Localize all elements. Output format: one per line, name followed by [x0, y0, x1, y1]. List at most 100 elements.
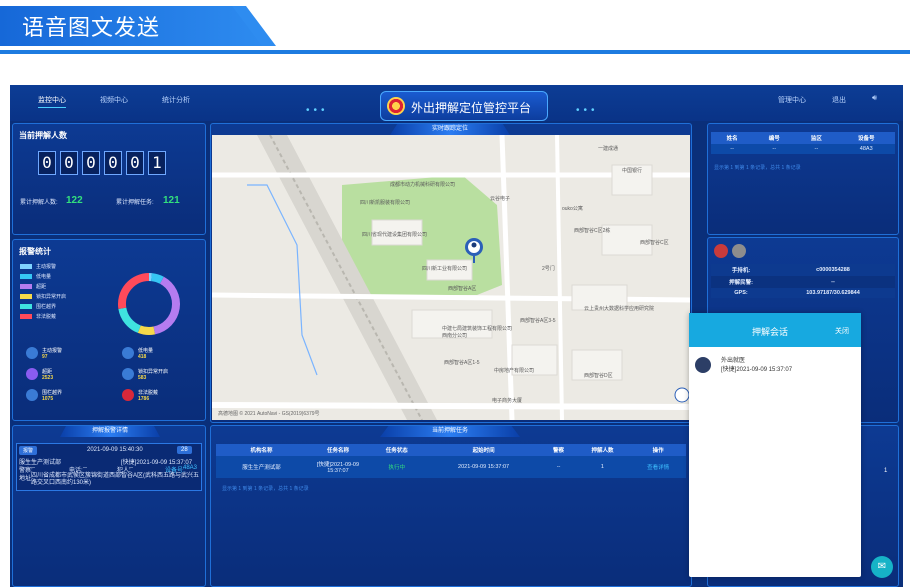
- alarm-stat-item[interactable]: 低电量 418: [122, 347, 202, 365]
- donut-slice[interactable]: [153, 276, 180, 335]
- person-icon: [26, 347, 38, 359]
- map-label: 西部智谷A区3-5: [520, 318, 556, 324]
- alarm-time: 2021-09-09 15:40:30: [87, 447, 143, 453]
- nav-logout[interactable]: 退出: [832, 95, 846, 105]
- avatar[interactable]: [732, 244, 746, 258]
- escort-police-label: 押解民警:: [729, 280, 753, 286]
- cell-org: 服生生产测试部: [242, 465, 281, 471]
- map-label: 中建七局建筑装饰工程有限公司西南分公司: [442, 326, 513, 339]
- legend-item[interactable]: 超距: [20, 283, 46, 290]
- chat-icon[interactable]: ✉: [871, 556, 893, 578]
- person-icon: [26, 368, 38, 380]
- view-details-link[interactable]: 查看详情: [630, 456, 686, 478]
- legend-label: 主动报警: [36, 264, 57, 270]
- legend-swatch: [20, 294, 32, 300]
- total-people-label: 累计押解人数:: [20, 200, 58, 206]
- map-label: 2号门: [542, 266, 555, 272]
- speaker-icon[interactable]: 🔊︎: [872, 93, 877, 103]
- map-label: 电子商务大厦: [492, 398, 523, 404]
- donut-slice[interactable]: [150, 273, 164, 284]
- current-count-panel: 当前押解人数: [12, 123, 206, 235]
- criminal-value: --: [129, 465, 133, 471]
- person-icon: [122, 347, 134, 359]
- col-start-time: 起始时间: [424, 444, 543, 456]
- avatar[interactable]: [714, 244, 728, 258]
- col-escort-count: 押解人数: [574, 444, 631, 456]
- table-row[interactable]: 服生生产测试部 [快捷]2021-09-09 15:37:07 执行中 2021…: [216, 456, 686, 478]
- cell-name: --: [730, 146, 734, 152]
- person-icon: [26, 389, 38, 401]
- legend-label: 非法脱戴: [36, 314, 57, 320]
- legend-swatch: [20, 314, 32, 320]
- chat-close-button[interactable]: 关闭: [835, 326, 849, 336]
- top-nav: 监控中心 视频中心 统计分析 ••• 外出押解定位管控平台 ••• 管理中心 退…: [10, 85, 903, 121]
- right-table: 姓名 编号 监区 设备号 -- -- -- 48A3: [711, 132, 895, 154]
- alarm-stat-label: 主动报警: [42, 348, 63, 354]
- address-value: 四川省成都市武侯区簇锦街道西部智谷A区(武科西五路与武兴五路交叉口西南约130米…: [31, 473, 200, 486]
- alarm-stat-value: 97: [42, 354, 48, 360]
- map-label: 中房地产有限公司: [494, 368, 535, 374]
- chat-modal: 押解会话 关闭 外出就医 [快捷]2021-09-09 15:37:07: [689, 313, 861, 577]
- title-dots-left: •••: [306, 105, 329, 116]
- donut-slice[interactable]: [118, 307, 141, 333]
- alarm-stat-label: 非法脱戴: [138, 390, 159, 396]
- legend-item[interactable]: 非法脱戴: [20, 313, 56, 320]
- map-view[interactable]: 成都市动力机械科研有限公司 四川省现代建设集团有限公司 云谷电子 四川新工业有限公司西…: [212, 135, 690, 420]
- nav-monitor-center[interactable]: 监控中心: [38, 95, 66, 108]
- person-icon: [122, 368, 134, 380]
- total-tasks-label: 累计押解任务:: [116, 200, 154, 206]
- alarm-stat-item[interactable]: 围栏越界 1075: [26, 389, 106, 407]
- gps-value: 103.97187/30.629844: [806, 290, 860, 296]
- nav-admin-center[interactable]: 管理中心: [778, 95, 806, 105]
- count-digit: 0: [82, 151, 100, 175]
- alarm-badge: 报警: [19, 446, 38, 455]
- handheld-label: 手持机:: [731, 268, 751, 274]
- map-label: ouko公寓: [562, 206, 583, 212]
- cell-police: --: [556, 464, 561, 470]
- nav-video-center[interactable]: 视频中心: [100, 95, 128, 105]
- map-copyright: 高德地图 © 2021 AutoNavi - GS(2019)6379号: [218, 411, 320, 417]
- police-badge-icon: [387, 97, 405, 115]
- alarm-stat-item[interactable]: 主动报警 97: [26, 347, 106, 365]
- legend-item[interactable]: 锁扣异常开启: [20, 293, 66, 300]
- banner-title: 语音图文发送: [22, 16, 161, 41]
- alarm-card[interactable]: 报警 2021-09-09 15:40:30 28 服生生产测试部 [快捷]20…: [16, 443, 202, 491]
- legend-item[interactable]: 主动报警: [20, 263, 56, 270]
- count-digit: 0: [60, 151, 78, 175]
- nav-statistics[interactable]: 统计分析: [162, 95, 190, 105]
- donut-slice[interactable]: [137, 325, 156, 335]
- right-table-pager: 显示第 1 到第 1 条记录，总共 1 条记录: [714, 165, 801, 171]
- col-org: 机构名称: [216, 444, 307, 456]
- alarm-stat-item[interactable]: 非法脱戴 1786: [122, 389, 202, 407]
- legend-item[interactable]: 围栏越界: [20, 303, 56, 310]
- legend-item[interactable]: 低电量: [20, 273, 51, 280]
- alarm-donut-chart: [118, 273, 180, 335]
- banner-divider: [0, 50, 910, 54]
- alarm-stat-item[interactable]: 超距 2523: [26, 368, 106, 386]
- map-label: 中国银行: [622, 168, 643, 174]
- table-row[interactable]: -- -- -- 48A3: [711, 144, 895, 154]
- total-people-value: 122: [66, 195, 83, 206]
- alarm-stat-label: 低电量: [138, 348, 154, 354]
- legend-swatch: [20, 304, 32, 310]
- handheld-value: c0000354288: [816, 267, 850, 273]
- cell-status: 执行中: [388, 465, 406, 471]
- alarm-stat-label: 围栏越界: [42, 390, 63, 396]
- alarm-stat-item[interactable]: 锁扣异常开启 583: [122, 368, 202, 386]
- alarm-stat-value: 418: [138, 354, 147, 360]
- col-task: 任务名称: [306, 444, 369, 456]
- map-label: 西部智谷A区: [448, 286, 477, 292]
- map-label: 云上贵州大数据科学应用研究院: [584, 306, 655, 312]
- legend-swatch: [20, 284, 32, 290]
- chat-title: 押解会话: [752, 327, 789, 337]
- alarm-stat-value: 1786: [138, 396, 150, 402]
- cell-task: [快捷]2021-09-09 15:37:07: [316, 462, 360, 474]
- device-value: 48A3: [183, 465, 198, 471]
- legend-label: 低电量: [36, 274, 52, 280]
- page-banner: 语音图文发送: [0, 0, 910, 60]
- right-table-panel: 姓名 编号 监区 设备号 -- -- -- 48A3 显示第 1 到第 1 条记…: [707, 123, 899, 235]
- legend-swatch: [20, 264, 32, 270]
- col-action: 操作: [630, 444, 686, 456]
- cell-start-time: 2021-09-09 15:37:07: [458, 464, 510, 470]
- donut-slice[interactable]: [118, 273, 150, 309]
